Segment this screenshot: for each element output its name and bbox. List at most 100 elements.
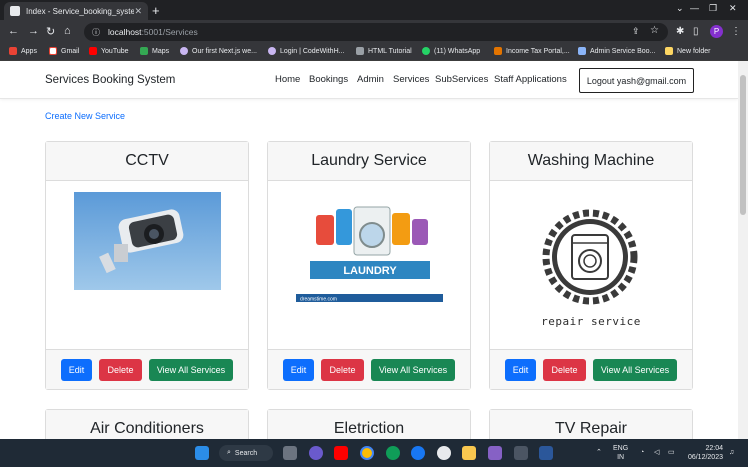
page-favicon-icon	[10, 6, 20, 16]
cctv-image	[74, 192, 221, 290]
maps-icon	[140, 47, 148, 55]
new-tab-icon[interactable]: +	[152, 3, 160, 18]
bookmark-youtube[interactable]: YouTube	[89, 47, 129, 55]
service-card-washing-machine: Washing Machine repair service Edit Dele…	[489, 141, 693, 390]
scrollbar-thumb[interactable]	[740, 75, 746, 215]
close-tab-icon[interactable]: ✕	[134, 6, 142, 17]
bookmark-gmail[interactable]: Gmail	[49, 47, 79, 55]
laundry-banner-text: LAUNDRY	[343, 265, 397, 277]
terminal-icon[interactable]	[514, 446, 528, 460]
delete-button[interactable]: Delete	[321, 359, 364, 381]
logout-button[interactable]: Logout yash@gmail.com	[579, 68, 694, 93]
chevron-up-icon[interactable]: ⌃	[596, 448, 602, 457]
folder-icon	[665, 47, 673, 55]
side-panel-icon[interactable]: ▯	[693, 26, 699, 37]
delete-button[interactable]: Delete	[543, 359, 586, 381]
service-card-air-conditioners: Air Conditioners	[45, 409, 249, 439]
youtube-app-icon[interactable]	[334, 446, 348, 460]
bookmark-admin-service[interactable]: Admin Service Boo...	[578, 47, 655, 55]
minimize-icon[interactable]: —	[690, 3, 699, 13]
nav-admin[interactable]: Admin	[357, 74, 384, 85]
bookmark-codewithharry[interactable]: Login | CodeWithH...	[268, 47, 344, 55]
teams-icon[interactable]	[309, 446, 323, 460]
view-all-services-button[interactable]: View All Services	[593, 359, 677, 381]
chrome-icon[interactable]	[360, 446, 374, 460]
page-scrollbar[interactable]	[738, 61, 748, 439]
back-icon[interactable]: ←	[8, 25, 19, 37]
edge-icon[interactable]	[386, 446, 400, 460]
messenger-icon[interactable]	[437, 446, 451, 460]
nav-services[interactable]: Services	[393, 74, 429, 85]
extensions-icon[interactable]: ✱	[676, 26, 684, 37]
site-navbar: Services Booking System Home Bookings Ad…	[0, 61, 738, 99]
clock[interactable]: 22:04 06/12/2023	[683, 444, 723, 462]
card-title: Washing Machine	[490, 142, 692, 181]
chevron-down-icon[interactable]: ⌄	[676, 3, 684, 14]
youtube-icon	[89, 47, 97, 55]
windows-start-icon[interactable]	[195, 446, 209, 460]
gmail-icon	[49, 47, 57, 55]
bookmark-apps[interactable]: Apps	[9, 47, 37, 55]
site-icon	[494, 47, 502, 55]
laundry-watermark-text: dreamstime.com	[300, 297, 337, 303]
maximize-icon[interactable]: ❐	[709, 3, 717, 14]
share-icon[interactable]: ⇪	[632, 26, 640, 37]
forward-icon[interactable]: →	[28, 25, 39, 37]
windows-taskbar: ⌕ Search ⌃ ENG IN ◔ ◁ ▭ 22:04 06/12/2023 ♫	[0, 439, 748, 467]
search-icon: ⌕	[227, 449, 231, 456]
card-footer: Edit Delete View All Services	[268, 349, 470, 389]
edit-button[interactable]: Edit	[505, 359, 536, 381]
profile-avatar[interactable]: P	[710, 25, 723, 38]
reload-icon[interactable]: ↻	[46, 25, 55, 38]
edit-button[interactable]: Edit	[283, 359, 314, 381]
file-explorer-icon[interactable]	[462, 446, 476, 460]
card-footer: Edit Delete View All Services	[46, 349, 248, 389]
tab-title: Index - Service_booking_system	[26, 6, 135, 16]
nav-bookings[interactable]: Bookings	[309, 74, 348, 85]
taskbar-search[interactable]: ⌕ Search	[219, 445, 273, 461]
service-card-laundry: Laundry Service LAUNDRY dreamstime.com E…	[267, 141, 471, 390]
site-icon	[578, 47, 586, 55]
card-title: Laundry Service	[268, 142, 470, 181]
create-new-service-link[interactable]: Create New Service	[45, 111, 125, 121]
info-icon[interactable]: ⓘ	[92, 27, 100, 38]
card-title: CCTV	[46, 142, 248, 181]
bookmark-star-icon[interactable]: ☆	[650, 25, 659, 36]
card-title: TV Repair	[490, 410, 692, 439]
edit-button[interactable]: Edit	[61, 359, 92, 381]
language-indicator[interactable]: ENG IN	[613, 444, 628, 462]
bookmark-html-tutorial[interactable]: HTML Tutorial	[356, 47, 412, 55]
close-window-icon[interactable]: ✕	[729, 3, 737, 14]
nav-staff-applications[interactable]: Staff Applications	[494, 74, 567, 85]
view-all-services-button[interactable]: View All Services	[149, 359, 233, 381]
task-view-icon[interactable]	[283, 446, 297, 460]
battery-icon[interactable]: ▭	[668, 448, 675, 457]
nav-subservices[interactable]: SubServices	[435, 74, 488, 85]
address-bar[interactable]: ⓘ localhost:5001/Services ⇪ ☆	[84, 23, 668, 41]
nav-home[interactable]: Home	[275, 74, 300, 85]
bookmark-new-folder[interactable]: New folder	[665, 47, 710, 55]
notification-bell-icon[interactable]: ♫	[729, 448, 734, 457]
bookmark-maps[interactable]: Maps	[140, 47, 169, 55]
url-path: :5001/Services	[141, 27, 198, 37]
page-viewport: Services Booking System Home Bookings Ad…	[0, 61, 738, 439]
home-icon[interactable]: ⌂	[64, 25, 71, 37]
card-title: Eletriction	[268, 410, 470, 439]
bookmark-whatsapp[interactable]: (11) WhatsApp	[422, 47, 480, 55]
visual-studio-icon[interactable]	[488, 446, 502, 460]
wifi-icon[interactable]: ◔	[640, 448, 644, 457]
card-body	[46, 181, 248, 349]
delete-button[interactable]: Delete	[99, 359, 142, 381]
brand-link[interactable]: Services Booking System	[45, 74, 175, 86]
facebook-icon[interactable]	[411, 446, 425, 460]
bookmark-income-tax[interactable]: Income Tax Portal,...	[494, 47, 570, 55]
card-body: repair service	[490, 181, 692, 349]
volume-icon[interactable]: ◁	[654, 448, 659, 457]
view-all-services-button[interactable]: View All Services	[371, 359, 455, 381]
site-icon	[356, 47, 364, 55]
url-host: localhost	[108, 27, 142, 37]
bookmark-nextjs[interactable]: Our first Next.js we...	[180, 47, 257, 55]
menu-icon[interactable]: ⋮	[731, 26, 741, 37]
browser-tab[interactable]: Index - Service_booking_system ✕	[4, 2, 148, 20]
word-icon[interactable]	[539, 446, 553, 460]
